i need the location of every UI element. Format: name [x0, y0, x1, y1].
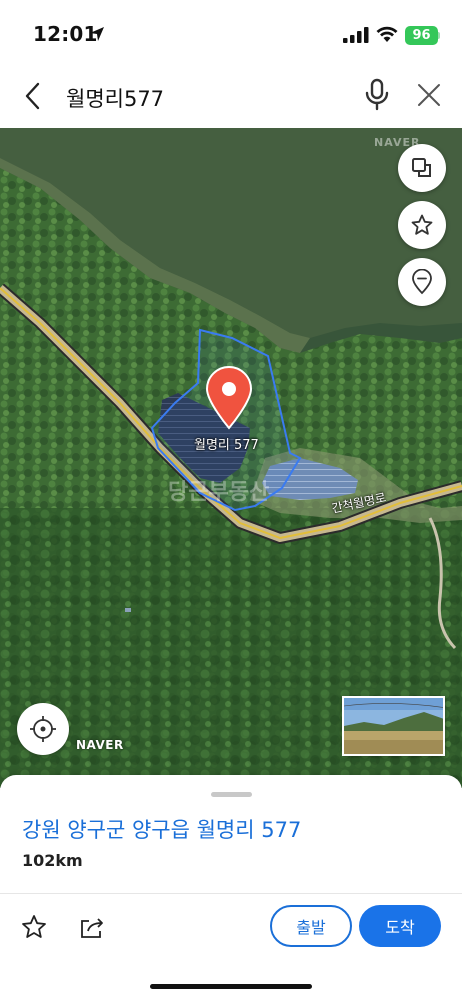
sheet-drag-handle[interactable]	[211, 792, 252, 797]
favorite-map-button[interactable]	[398, 201, 446, 249]
layers-button[interactable]	[398, 144, 446, 192]
location-marker-icon	[205, 366, 253, 430]
current-location-button[interactable]	[17, 703, 69, 755]
favorite-star-icon[interactable]	[20, 913, 48, 941]
satellite-map-image	[0, 128, 462, 788]
battery-indicator: 96	[405, 26, 438, 45]
layers-icon	[412, 158, 431, 177]
place-address: 강원 양구군 양구읍 월명리 577	[22, 818, 302, 842]
share-icon[interactable]	[78, 913, 106, 941]
place-label: 월명리 577	[194, 438, 259, 453]
cellular-signal-icon	[343, 27, 369, 43]
carrot-realestate-watermark: 당근부동산	[168, 480, 270, 505]
home-indicator[interactable]	[150, 984, 312, 989]
search-header: 월명리577	[0, 66, 462, 128]
place-info-sheet: 강원 양구군 양구읍 월명리 577 102km 출발 도착	[0, 775, 462, 1000]
crosshair-icon	[30, 716, 56, 742]
microphone-icon[interactable]	[362, 78, 392, 112]
depart-button[interactable]: 출발	[270, 905, 352, 947]
street-photo-image	[344, 698, 443, 754]
place-distance: 102km	[22, 851, 83, 870]
location-arrow-icon	[90, 27, 104, 41]
naver-logo: NAVER	[76, 738, 124, 752]
search-input[interactable]: 월명리577	[66, 83, 164, 113]
battery-tip	[438, 32, 440, 39]
arrive-button[interactable]: 도착	[359, 905, 441, 947]
divider	[0, 893, 462, 894]
chevron-left-icon	[25, 82, 40, 110]
star-icon	[411, 214, 433, 235]
status-bar: 12:01 96	[0, 0, 462, 66]
close-icon[interactable]	[414, 80, 444, 110]
map-view[interactable]: NAVER 월명리 577 당근부동산 간척월명로 NAVER	[0, 128, 462, 788]
pin-map-button[interactable]	[398, 258, 446, 306]
map-pin-icon	[412, 269, 432, 295]
wifi-icon	[376, 26, 398, 42]
battery-level: 96	[412, 28, 431, 43]
street-view-thumbnail[interactable]	[342, 696, 445, 756]
status-time: 12:01	[33, 22, 98, 46]
back-button[interactable]	[16, 80, 48, 112]
